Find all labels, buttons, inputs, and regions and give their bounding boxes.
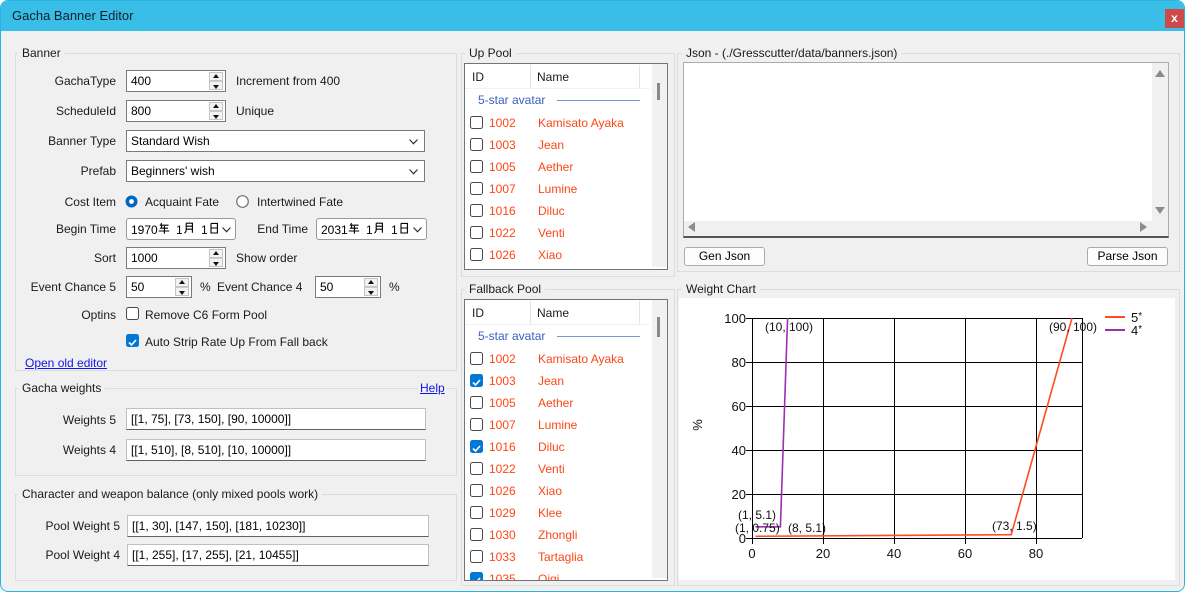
svg-text:60: 60	[732, 399, 746, 414]
svg-text:%: %	[690, 419, 705, 431]
svg-text:0: 0	[748, 546, 755, 561]
svg-text:(73, 1.5): (73, 1.5)	[992, 519, 1037, 533]
svg-text:(90, 100): (90, 100)	[1049, 320, 1097, 334]
svg-text:(1, 0.75): (1, 0.75)	[735, 521, 780, 535]
svg-text:4*: 4*	[1131, 323, 1142, 338]
svg-text:60: 60	[958, 546, 972, 561]
svg-text:(10, 100): (10, 100)	[765, 320, 813, 334]
svg-text:20: 20	[816, 546, 830, 561]
svg-text:100: 100	[724, 311, 746, 326]
svg-text:40: 40	[732, 443, 746, 458]
svg-text:80: 80	[732, 355, 746, 370]
svg-text:80: 80	[1029, 546, 1043, 561]
svg-text:(8, 5.1): (8, 5.1)	[788, 521, 826, 535]
svg-text:(1, 5.1): (1, 5.1)	[738, 508, 776, 522]
svg-text:20: 20	[732, 487, 746, 502]
svg-text:40: 40	[887, 546, 901, 561]
